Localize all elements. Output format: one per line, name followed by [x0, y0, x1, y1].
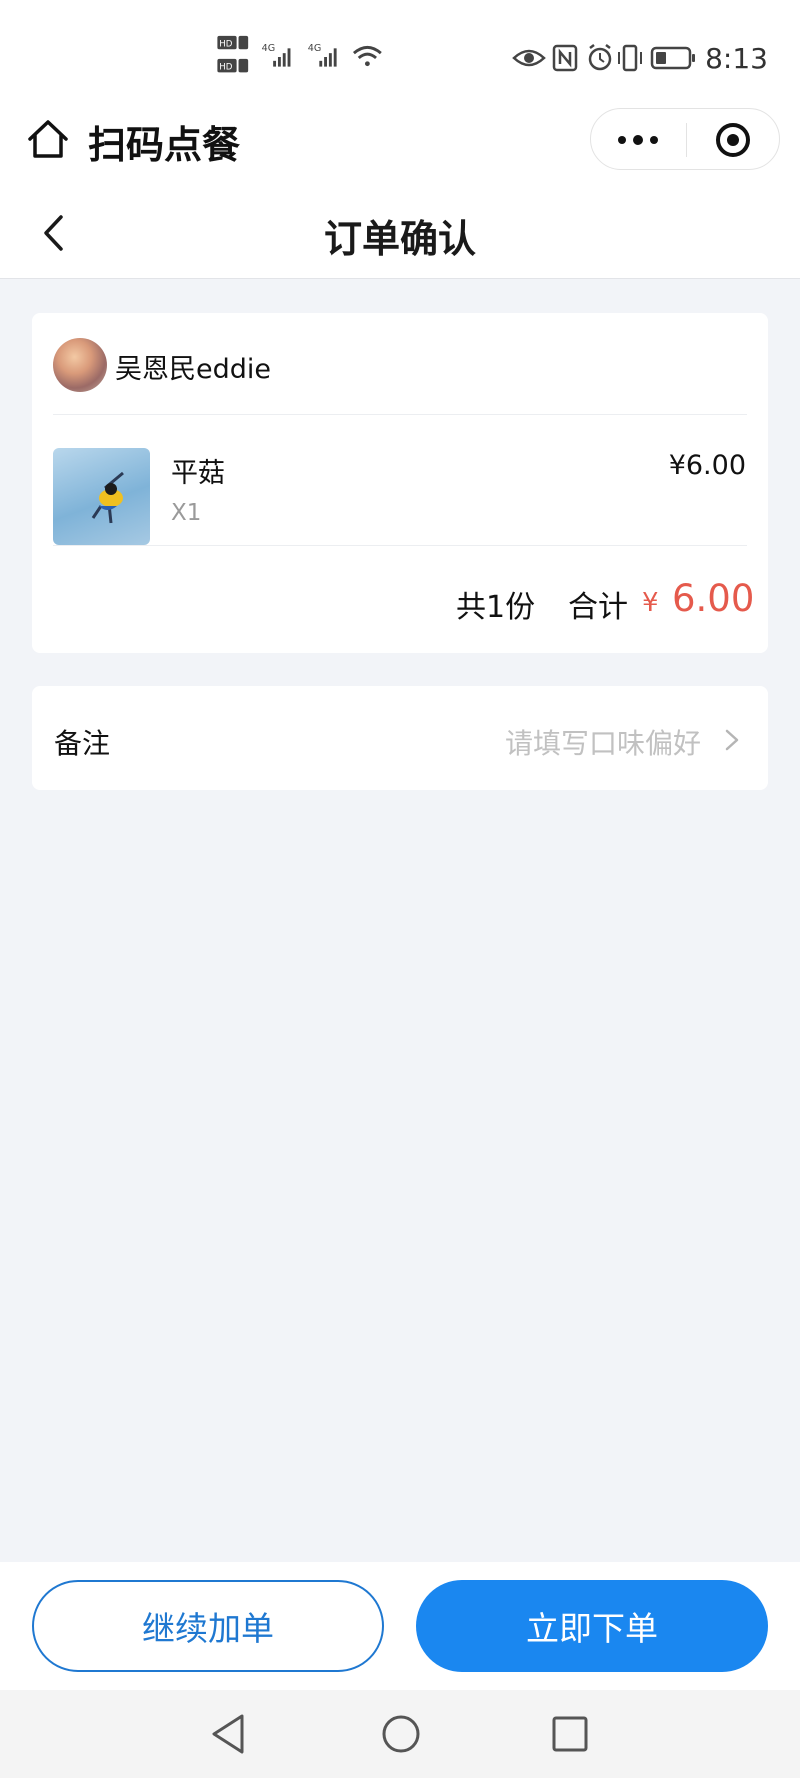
back-triangle-icon[interactable]: [208, 1712, 248, 1756]
status-time: 8:13: [705, 42, 768, 75]
total-price: 6.00: [672, 577, 755, 620]
place-order-button[interactable]: 立即下单: [416, 1580, 768, 1672]
remark-placeholder[interactable]: 请填写口味偏好: [505, 722, 701, 762]
user-name: 吴恩民eddie: [115, 354, 272, 385]
capsule-menu: [590, 108, 780, 170]
remark-label: 备注: [54, 727, 111, 760]
divider: [53, 545, 747, 546]
nfc-icon: [552, 44, 578, 72]
item-quantity: X1: [171, 500, 202, 526]
more-dots-icon[interactable]: [615, 129, 661, 151]
4g-signal-icon: 4G: [262, 43, 291, 67]
item-count: 共1份: [456, 590, 536, 625]
svg-text:HD: HD: [219, 39, 232, 49]
svg-text:HD: HD: [219, 63, 232, 73]
currency-symbol: ¥: [642, 588, 659, 618]
divider: [53, 414, 747, 415]
vibrate-icon: [618, 44, 642, 72]
capsule-divider: [686, 123, 687, 157]
status-right-icons: [512, 44, 695, 72]
continue-ordering-button[interactable]: 继续加单: [32, 1580, 384, 1672]
svg-text:4G: 4G: [308, 43, 322, 54]
item-image[interactable]: [53, 448, 150, 545]
total-label: 合计: [568, 590, 628, 625]
status-left-icons: HD HD 4G 4G: [217, 35, 382, 73]
page-title: 订单确认: [323, 217, 476, 261]
hd-1-icon: HD: [217, 35, 249, 49]
item-price: ¥6.00: [668, 450, 746, 481]
home-circle-icon[interactable]: [380, 1713, 422, 1755]
home-icon[interactable]: [26, 117, 70, 161]
chevron-right-icon[interactable]: [720, 726, 744, 754]
4g-signal-icon: 4G: [308, 43, 337, 67]
svg-text:4G: 4G: [262, 43, 276, 54]
mini-program-title: 扫码点餐: [88, 123, 241, 167]
wifi-icon: [352, 45, 382, 67]
eye-icon: [512, 49, 546, 67]
avatar: [53, 338, 107, 392]
battery-icon: [650, 46, 695, 70]
item-name: 平菇: [171, 458, 225, 489]
alarm-icon: [588, 44, 612, 71]
hd-2-icon: HD: [217, 58, 249, 73]
target-close-icon[interactable]: [713, 120, 753, 160]
place-order-label: 立即下单: [526, 1609, 658, 1648]
continue-ordering-label: 继续加单: [142, 1609, 274, 1648]
recents-square-icon[interactable]: [551, 1715, 589, 1753]
